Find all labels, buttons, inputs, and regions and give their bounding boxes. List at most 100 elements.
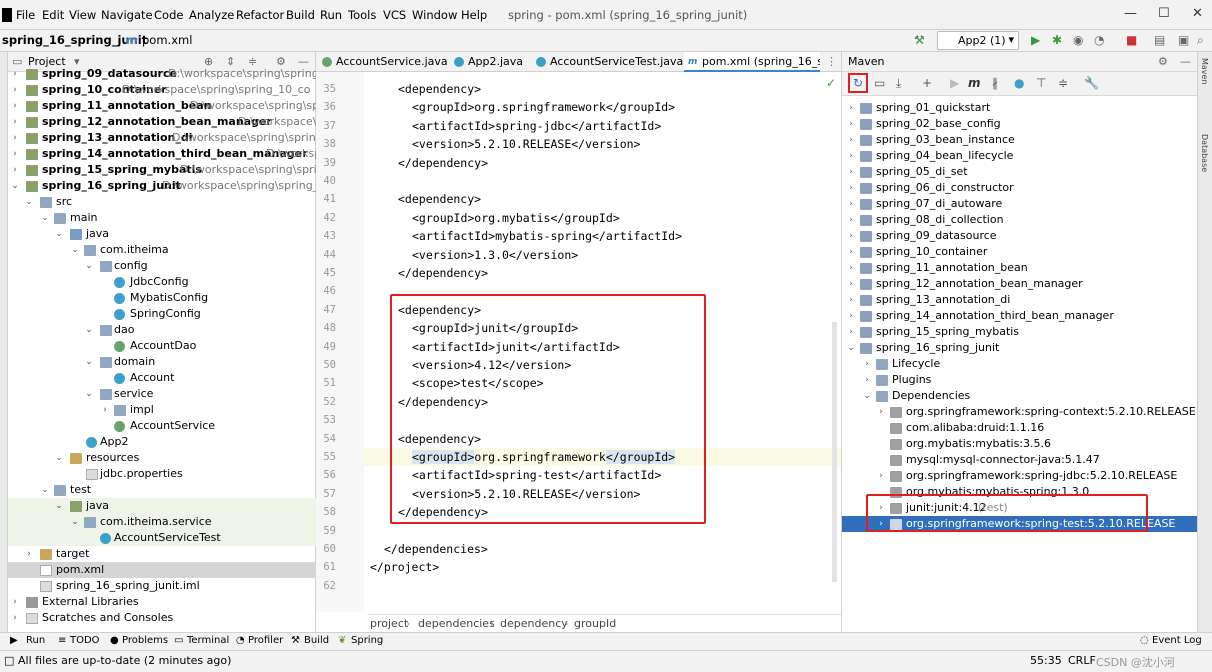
tree-row-jdbc-properties[interactable]: jdbc.properties [8, 466, 316, 482]
tree-row-mybatisconfig[interactable]: MybatisConfig [8, 290, 316, 306]
tool-profiler[interactable]: Profiler [248, 635, 283, 646]
menu-window[interactable]: Window [412, 8, 457, 22]
editor-scrollbar[interactable] [832, 322, 837, 582]
close-icon[interactable]: ✕ [1192, 6, 1203, 21]
tree-row-spring-15[interactable]: › spring_15_spring_mybatis D:\workspace\sp… [8, 162, 316, 178]
menu-build[interactable]: Build [286, 8, 315, 22]
tree-row-domain[interactable]: ⌄ domain [8, 354, 316, 370]
tree-row-spring-16[interactable]: ⌄ spring_16_spring_junit D:\workspace\spri… [8, 178, 316, 194]
maven-dependency-row[interactable]: › org.springframework:spring-context:5.2.… [842, 404, 1198, 420]
download-icon[interactable]: ⤓ [896, 76, 901, 91]
tree-row-spring-11[interactable]: › spring_11_annotation_bean D:\workspace\s… [8, 98, 316, 114]
tree-row-test-java[interactable]: ⌄ java [8, 498, 316, 514]
breadcrumb-groupid-tag[interactable]: groupId [574, 617, 616, 630]
maven-project-row[interactable]: › spring_04_bean_lifecycle [842, 148, 1198, 164]
toggle-offline-icon[interactable]: ∦ [992, 76, 998, 90]
tab-app2[interactable]: App2.java [450, 52, 530, 72]
breadcrumb-project-tag[interactable]: project [370, 617, 408, 630]
maven-project-row[interactable]: › spring_15_spring_mybatis [842, 324, 1198, 340]
wrench-icon[interactable]: 🔧 [1084, 76, 1099, 90]
tree-row-accountservice[interactable]: AccountService [8, 418, 316, 434]
tool-event-log[interactable]: Event Log [1152, 635, 1202, 646]
tree-row-springconfig[interactable]: SpringConfig [8, 306, 316, 322]
maven-project-row[interactable]: › spring_09_datasource [842, 228, 1198, 244]
tool-build[interactable]: Build [304, 635, 329, 646]
tree-row-jdbcconfig[interactable]: JdbcConfig [8, 274, 316, 290]
maven-project-row[interactable]: › spring_03_bean_instance [842, 132, 1198, 148]
menu-refactor[interactable]: Refactor [236, 8, 284, 22]
breadcrumb-dependency-tag[interactable]: dependency [500, 617, 568, 630]
debug-icon[interactable]: ✱ [1052, 33, 1062, 47]
menu-file[interactable]: File [16, 8, 35, 22]
maven-project-row[interactable]: › spring_14_annotation_third_bean_manager [842, 308, 1198, 324]
maven-lifecycle-row[interactable]: › Lifecycle [842, 356, 1198, 372]
maven-project-row[interactable]: › spring_11_annotation_bean [842, 260, 1198, 276]
menu-vcs[interactable]: VCS [383, 8, 406, 22]
hammer-icon[interactable]: ⚒ [914, 33, 925, 47]
maven-dependency-row[interactable]: com.alibaba:druid:1.1.16 [842, 420, 1198, 436]
menu-help[interactable]: Help [461, 8, 487, 22]
tab-accountservicetest[interactable]: AccountServiceTest.java [532, 52, 683, 72]
tree-row-app2[interactable]: App2 [8, 434, 316, 450]
minimize-icon[interactable]: — [1124, 6, 1137, 21]
maven-dependency-row[interactable]: › org.springframework:spring-jdbc:5.2.10.… [842, 468, 1198, 484]
tree-row-test[interactable]: ⌄ test [8, 482, 316, 498]
maven-plugins-row[interactable]: › Plugins [842, 372, 1198, 388]
caret-position[interactable]: 55:35 [1030, 654, 1062, 667]
tree-row-java[interactable]: ⌄ java [8, 226, 316, 242]
menu-edit[interactable]: Edit [42, 8, 64, 22]
tree-row-resources[interactable]: ⌄ resources [8, 450, 316, 466]
database-side-tab[interactable]: Database [1200, 134, 1209, 172]
tree-row-account[interactable]: Account [8, 370, 316, 386]
skip-tests-icon[interactable]: ● [1014, 76, 1024, 90]
tool-run[interactable]: Run [26, 635, 45, 646]
menu-view[interactable]: View [69, 8, 96, 22]
gear-icon[interactable]: ⚙ [1158, 55, 1168, 68]
tree-row-spring-10[interactable]: › spring_10_container D:\workspace\spring\… [8, 82, 316, 98]
show-dependencies-icon[interactable]: ⊤ [1036, 76, 1046, 90]
run-configuration-select[interactable]: App2 (1) [937, 31, 1019, 50]
tree-row-spring-13[interactable]: › spring_13_annotation_di D:\workspace\spr… [8, 130, 316, 146]
project-structure-icon[interactable]: ▤ [1154, 33, 1165, 47]
reload-icon[interactable]: ↻ [848, 73, 868, 93]
tool-todo[interactable]: TODO [70, 635, 100, 646]
stop-icon[interactable]: ■ [1126, 33, 1137, 47]
add-folder-icon[interactable]: ▭ [874, 76, 885, 90]
tree-row-main[interactable]: ⌄ main [8, 210, 316, 226]
breadcrumb-file[interactable]: pom.xml [142, 33, 192, 47]
maven-project-row[interactable]: › spring_02_base_config [842, 116, 1198, 132]
maven-project-row[interactable]: › spring_08_di_collection [842, 212, 1198, 228]
maven-project-row[interactable]: › spring_07_di_autoware [842, 196, 1198, 212]
maven-project-row[interactable]: › spring_13_annotation_di [842, 292, 1198, 308]
tabs-more-icon[interactable]: ⋮ [826, 55, 837, 68]
layout-icon[interactable]: ▣ [1178, 33, 1189, 47]
maven-project-row[interactable]: › spring_06_di_constructor [842, 180, 1198, 196]
menu-tools[interactable]: Tools [348, 8, 376, 22]
add-icon[interactable]: + [922, 76, 932, 90]
line-separator[interactable]: CRLF [1068, 654, 1096, 667]
tree-row-service[interactable]: ⌄ service [8, 386, 316, 402]
tree-row-src[interactable]: ⌄ src [8, 194, 316, 210]
tool-spring[interactable]: Spring [351, 635, 383, 646]
menu-code[interactable]: Code [154, 8, 183, 22]
tree-row-accountdao[interactable]: AccountDao [8, 338, 316, 354]
run-icon[interactable]: ▶ [950, 76, 959, 90]
tree-row-iml[interactable]: spring_16_spring_junit.iml [8, 578, 316, 594]
coverage-icon[interactable]: ◉ [1073, 33, 1083, 47]
tree-row-spring-14[interactable]: › spring_14_annotation_third_bean_manager… [8, 146, 316, 162]
tree-row-target[interactable]: › target [8, 546, 316, 562]
tree-row-impl[interactable]: › impl [8, 402, 316, 418]
breadcrumb-dependencies-tag[interactable]: dependencies [418, 617, 495, 630]
tab-pom-xml[interactable]: mpom.xml (spring_16_spri [684, 52, 820, 72]
maven-side-tab[interactable]: Maven [1200, 58, 1209, 85]
maven-project-row[interactable]: › spring_01_quickstart [842, 100, 1198, 116]
tree-row-scratches[interactable]: › Scratches and Consoles [8, 610, 316, 626]
tool-problems[interactable]: Problems [122, 635, 168, 646]
menu-run[interactable]: Run [320, 8, 342, 22]
maven-project-row[interactable]: › spring_05_di_set [842, 164, 1198, 180]
maven-project-row[interactable]: › spring_12_annotation_bean_manager [842, 276, 1198, 292]
menu-analyze[interactable]: Analyze [189, 8, 234, 22]
tree-row-pom-xml[interactable]: pom.xml [8, 562, 316, 578]
tree-row-test-package[interactable]: ⌄ com.itheima.service [8, 514, 316, 530]
tree-row-external-libraries[interactable]: › External Libraries [8, 594, 316, 610]
